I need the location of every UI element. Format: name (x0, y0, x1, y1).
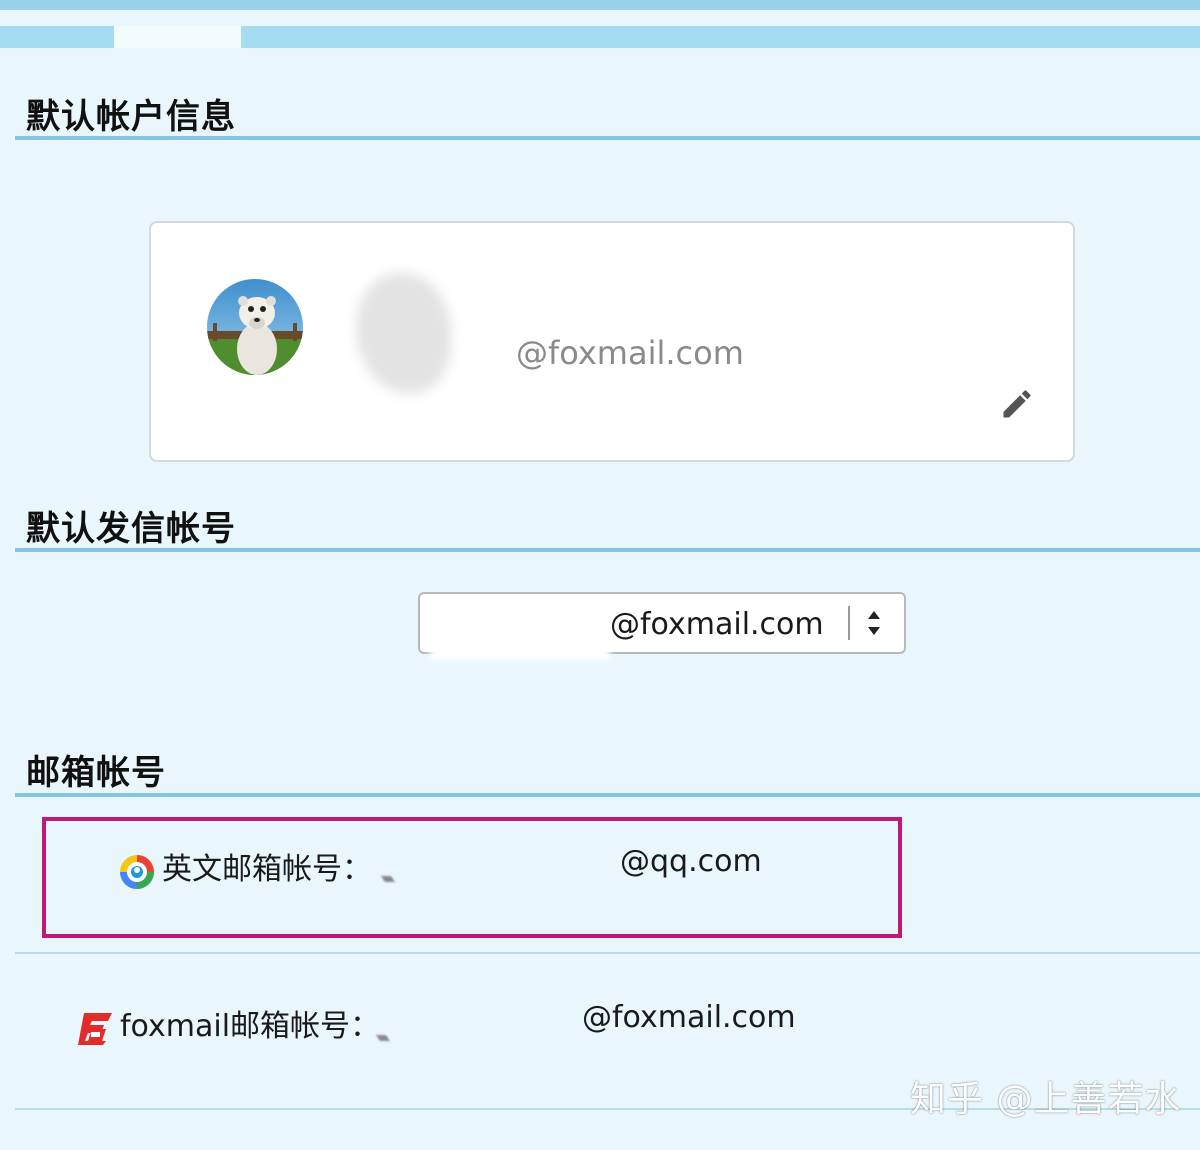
redacted-mark (376, 1035, 390, 1041)
select-divider (848, 606, 850, 640)
bear-avatar-icon (207, 279, 303, 375)
account-email: @foxmail.com (516, 334, 744, 372)
row-divider (15, 952, 1200, 954)
redacted-name (356, 273, 451, 393)
redacted-mark (381, 876, 395, 882)
account-row-foxmail[interactable]: foxmail邮箱帐号： @foxmail.com (0, 995, 1200, 1055)
account-card: @foxmail.com (149, 221, 1075, 462)
updown-arrows-icon (864, 608, 884, 638)
section-title-mailbox-accounts: 邮箱帐号 (26, 753, 166, 793)
redacted-username (430, 602, 610, 660)
watermark: 知乎 @上善若水 (910, 1079, 1182, 1120)
pencil-icon (1003, 390, 1031, 418)
section-divider (15, 793, 1200, 797)
section-divider (15, 548, 1200, 552)
qq-mail-icon (118, 853, 156, 891)
section-divider (15, 136, 1200, 140)
account-value: @qq.com (620, 844, 762, 879)
default-sender-select[interactable]: @foxmail.com (418, 592, 906, 660)
account-value: @foxmail.com (582, 1000, 796, 1035)
section-title-default-account: 默认帐户信息 (26, 97, 236, 137)
tab-active[interactable] (114, 26, 241, 48)
account-label: 英文邮箱帐号： (162, 852, 372, 887)
edit-button[interactable] (999, 386, 1035, 422)
top-stripe (0, 0, 1200, 10)
foxmail-icon (76, 1011, 114, 1047)
account-label: foxmail邮箱帐号： (120, 1009, 381, 1044)
avatar[interactable] (207, 279, 303, 375)
section-title-default-sender: 默认发信帐号 (26, 509, 236, 549)
account-row-english[interactable]: 英文邮箱帐号： @qq.com (0, 840, 1200, 900)
select-value: @foxmail.com (610, 607, 824, 642)
